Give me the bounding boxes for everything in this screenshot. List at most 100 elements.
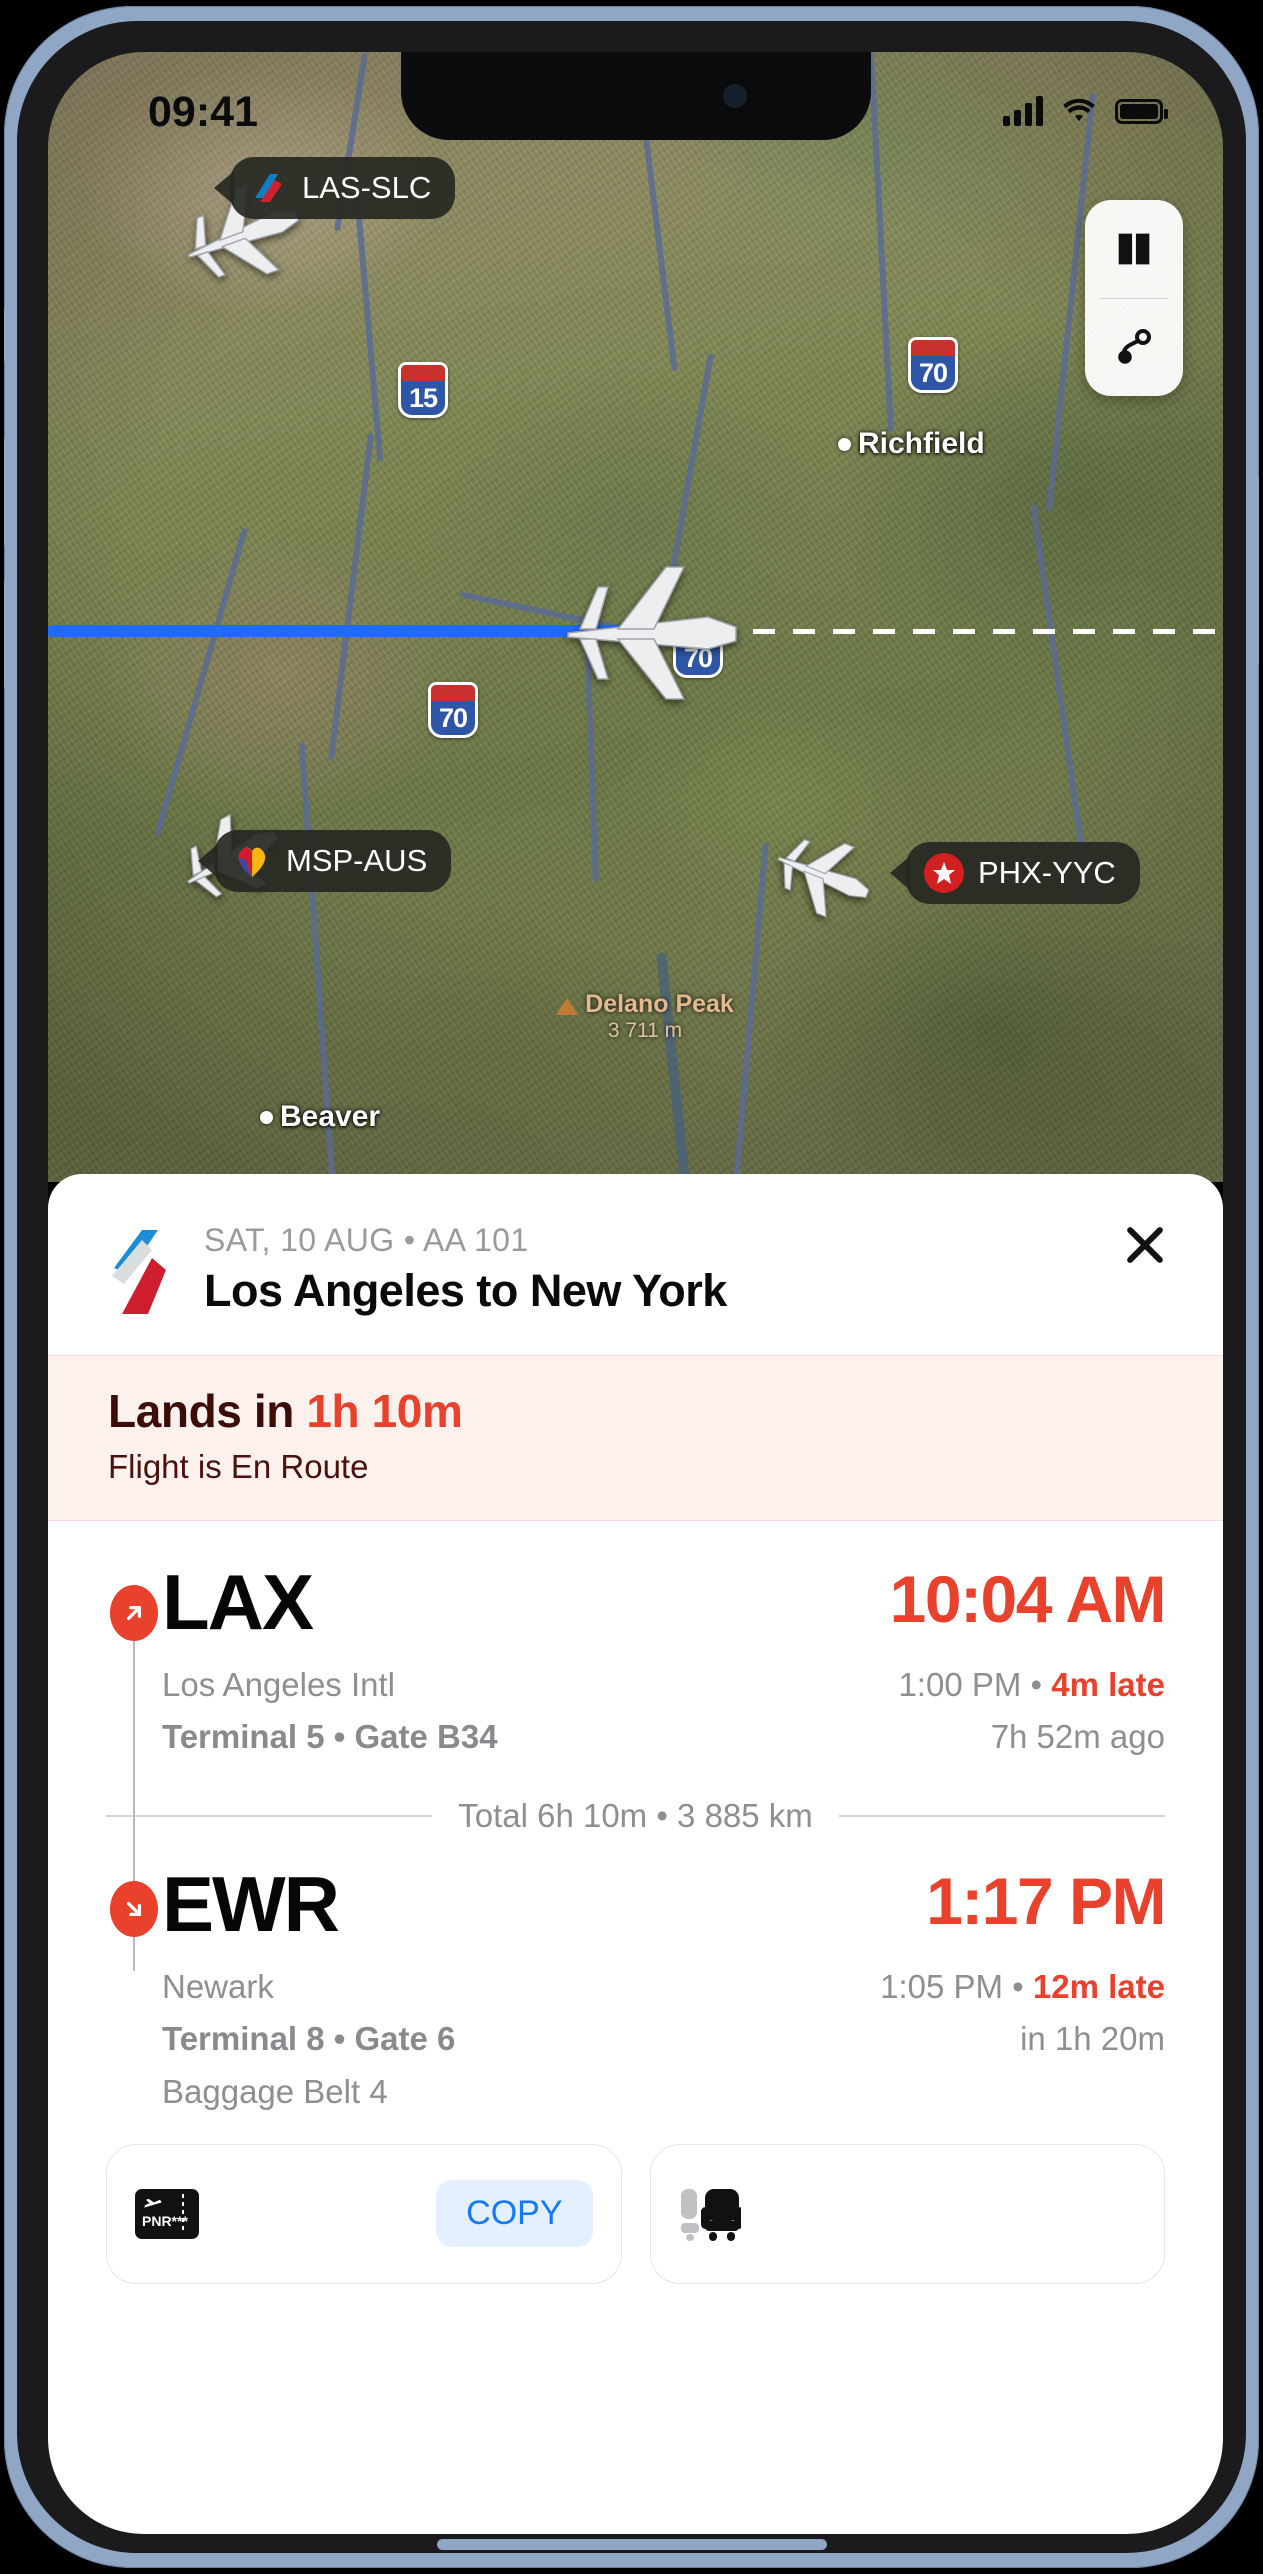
highway-shield-15: 15 <box>398 362 448 418</box>
departure-terminal-gate: Terminal 5 • Gate B34 <box>162 1718 498 1756</box>
departure-airport-code: LAX <box>162 1558 314 1646</box>
arrival-actual-time: 1:17 PM <box>926 1864 1166 1939</box>
flight-label-phx-yyc[interactable]: PHX-YYC <box>906 842 1140 904</box>
bullet-separator: • <box>1012 1968 1033 2006</box>
flight-route-title: Los Angeles to New York <box>204 1265 727 1316</box>
departure-relative-time: 7h 52m ago <box>990 1718 1165 1756</box>
seat-icon <box>679 2187 743 2241</box>
place-dot <box>838 438 851 451</box>
map-book-icon <box>1118 233 1150 265</box>
departure-arrow-icon <box>110 1585 158 1641</box>
copy-button[interactable]: COPY <box>436 2180 593 2248</box>
departure-time-info: 1:00 PM • 4m late 7h 52m ago <box>898 1659 1165 1763</box>
peak-label: Delano Peak <box>585 990 734 1018</box>
arrival-secondary-row: Newark Terminal 8 • Gate 6 Baggage Belt … <box>162 1961 1165 2117</box>
volume-down-button[interactable] <box>4 578 12 690</box>
phone-frame: 15 70 70 70 LAS-SLC MSP-AUS PHX-YYC Rich… <box>4 6 1259 2568</box>
silent-switch[interactable] <box>4 306 12 364</box>
home-indicator[interactable] <box>436 2539 827 2550</box>
departure-leg: LAX 10:04 AM Los Angeles Intl Terminal 5… <box>48 1521 1223 1971</box>
map-controls[interactable] <box>1085 200 1183 396</box>
arrival-terminal-gate: Terminal 8 • Gate 6 <box>162 2020 456 2058</box>
bullet-separator: • <box>1030 1666 1052 1703</box>
map-place-richfield: Richfield <box>838 427 985 461</box>
map-style-button[interactable] <box>1085 200 1183 298</box>
flight-date-number: SAT, 10 AUG • AA 101 <box>204 1222 529 1258</box>
arrival-time-info: 1:05 PM • 12m late in 1h 20m <box>880 1961 1165 2065</box>
arrival-content: EWR 1:17 PM Newark Terminal 8 • Gate 6 B… <box>162 1860 1166 2117</box>
mountain-icon <box>556 998 579 1015</box>
place-label: Beaver <box>280 1100 381 1133</box>
arrival-relative-time: in 1h 20m <box>1020 2020 1165 2058</box>
pnr-label: PNR*** <box>142 2213 188 2230</box>
map-place-beaver: Beaver <box>260 1100 381 1134</box>
arrival-airport-info: Newark Terminal 8 • Gate 6 Baggage Belt … <box>162 1961 455 2117</box>
screenshot-root: 15 70 70 70 LAS-SLC MSP-AUS PHX-YYC Rich… <box>0 0 1263 2574</box>
peak-altitude: 3 711 m <box>607 1019 683 1042</box>
arrival-scheduled-row: 1:05 PM • 12m late <box>880 1961 1165 2013</box>
power-button[interactable] <box>1251 476 1259 666</box>
selected-aircraft-icon[interactable] <box>558 557 748 707</box>
departure-airport-info: Los Angeles Intl Terminal 5 • Gate B34 <box>162 1659 498 1763</box>
countdown-value: 1h 10m <box>306 1385 463 1437</box>
flight-label-las-slc[interactable]: LAS-SLC <box>230 157 456 219</box>
air-canada-icon <box>924 853 964 893</box>
volume-up-button[interactable] <box>4 436 12 548</box>
arrival-airport-name: Newark <box>162 1968 274 2006</box>
flight-label-text: MSP-AUS <box>286 843 428 878</box>
place-dot <box>260 1111 273 1124</box>
arrival-scheduled-time: 1:05 PM <box>880 1968 1003 2006</box>
departure-actual-time: 10:04 AM <box>889 1562 1167 1636</box>
southwest-airlines-icon <box>232 841 272 881</box>
status-time: 09:41 <box>148 88 258 136</box>
divider-right <box>838 1815 1166 1818</box>
arrival-delay: 12m late <box>1032 1968 1165 2006</box>
arrival-primary-row: EWR 1:17 PM <box>162 1860 1166 1949</box>
shield-number: 70 <box>438 703 468 733</box>
map-peak-delano: Delano Peak 3 711 m <box>500 990 790 1043</box>
flight-details-sheet: SAT, 10 AUG • AA 101 Los Angeles to New … <box>48 1174 1223 2534</box>
route-toggle-button[interactable] <box>1085 299 1183 397</box>
seat-card[interactable] <box>649 2143 1165 2284</box>
lands-in-label: Lands in <box>108 1385 307 1437</box>
flight-status-text: Flight is En Route <box>108 1448 369 1485</box>
boarding-pass-icon: PNR*** <box>135 2188 199 2239</box>
status-indicators <box>1003 96 1168 126</box>
flight-map[interactable]: 15 70 70 70 LAS-SLC MSP-AUS PHX-YYC Rich… <box>48 52 1223 1182</box>
sheet-header: SAT, 10 AUG • AA 101 Los Angeles to New … <box>48 1174 1223 1355</box>
arrival-arrow-icon <box>110 1881 158 1938</box>
departure-scheduled-row: 1:00 PM • 4m late <box>898 1659 1165 1711</box>
timeline-rail <box>106 1563 162 1971</box>
shield-number: 70 <box>918 358 948 388</box>
shield-number: 15 <box>408 383 438 413</box>
action-buttons-row: PNR*** COPY <box>48 2118 1223 2284</box>
wifi-icon <box>1063 98 1095 122</box>
departure-scheduled-time: 1:00 PM <box>898 1666 1022 1703</box>
departure-secondary-row: Los Angeles Intl Terminal 5 • Gate B34 1… <box>162 1659 1165 1763</box>
close-icon[interactable] <box>1119 1218 1171 1270</box>
highway-shield-70-north: 70 <box>908 337 958 393</box>
flight-label-text: PHX-YYC <box>978 855 1116 890</box>
route-icon <box>1118 329 1151 365</box>
place-label: Richfield <box>858 427 985 460</box>
departure-delay: 4m late <box>1051 1666 1165 1703</box>
signal-bars-icon <box>1003 96 1043 126</box>
american-airlines-tail-logo-icon <box>108 1228 178 1316</box>
total-duration-row: Total 6h 10m • 3 885 km <box>48 1797 1223 1835</box>
status-bar: 09:41 <box>48 52 1223 162</box>
battery-icon <box>1115 98 1168 124</box>
lands-in-row: Lands in 1h 10m <box>108 1384 1163 1438</box>
phone-screen: 15 70 70 70 LAS-SLC MSP-AUS PHX-YYC Rich… <box>48 52 1223 2534</box>
flight-label-text: LAS-SLC <box>302 170 432 205</box>
flight-path-remaining <box>713 629 1223 634</box>
departure-airport-name: Los Angeles Intl <box>162 1666 395 1703</box>
arrival-baggage-belt: Baggage Belt 4 <box>162 2072 388 2110</box>
flight-status-banner: Lands in 1h 10m Flight is En Route <box>48 1355 1223 1521</box>
flight-label-msp-aus[interactable]: MSP-AUS <box>214 830 452 892</box>
departure-content: LAX 10:04 AM Los Angeles Intl Terminal 5… <box>162 1558 1167 1763</box>
departure-primary-row: LAX 10:04 AM <box>162 1558 1167 1646</box>
pnr-card[interactable]: PNR*** COPY <box>106 2143 622 2284</box>
divider-left <box>106 1815 433 1818</box>
arrival-airport-code: EWR <box>162 1860 340 1949</box>
timeline-rail-arrival <box>106 1865 162 2117</box>
